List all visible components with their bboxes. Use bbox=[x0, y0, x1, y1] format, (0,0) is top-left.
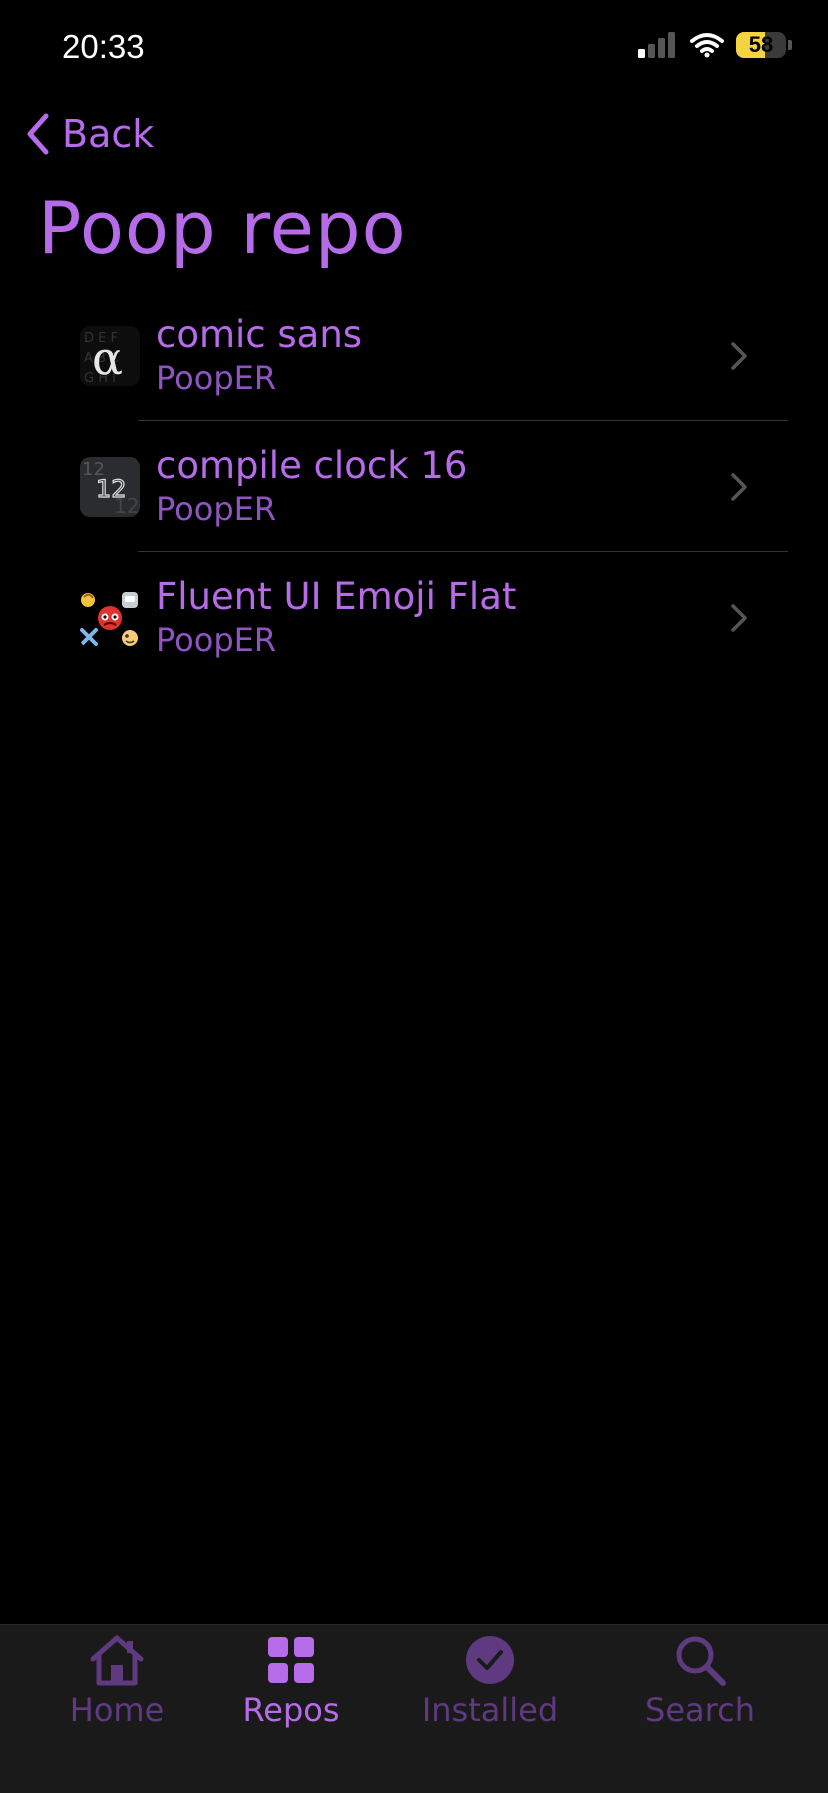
search-icon bbox=[676, 1636, 726, 1686]
battery-percent: 58 bbox=[748, 32, 774, 57]
package-title: Fluent UI Emoji Flat bbox=[156, 574, 517, 618]
package-row-compile-clock[interactable]: 12 12 12 compile clock 16 PoopER bbox=[0, 421, 828, 552]
package-row-comic-sans[interactable]: D E F A B C G H I α comic sans PoopER bbox=[0, 290, 828, 421]
tab-label: Repos bbox=[242, 1691, 340, 1729]
package-row-fluent-emoji[interactable]: Fluent UI Emoji Flat PoopER bbox=[0, 552, 828, 683]
battery-indicator: 58 bbox=[736, 32, 786, 58]
package-title: comic sans bbox=[156, 312, 363, 356]
chevron-left-icon bbox=[27, 113, 49, 155]
tab-bar: Home Repos Installed Search bbox=[0, 1624, 828, 1793]
clock-digits-icon: 12 12 12 bbox=[80, 456, 140, 517]
tab-installed[interactable]: Installed bbox=[420, 1633, 560, 1729]
package-title: compile clock 16 bbox=[156, 443, 468, 487]
grid-icon bbox=[268, 1637, 314, 1683]
status-bar: 20:33 58 bbox=[0, 0, 828, 100]
tab-home[interactable]: Home bbox=[69, 1633, 165, 1729]
page-title: Poop repo bbox=[38, 186, 407, 270]
chevron-right-icon bbox=[731, 341, 747, 370]
tab-label: Installed bbox=[421, 1691, 559, 1729]
battery-tip bbox=[788, 40, 792, 50]
package-text: compile clock 16 PoopER bbox=[156, 444, 467, 530]
wifi-icon bbox=[690, 33, 724, 58]
status-time: 20:33 bbox=[62, 28, 145, 65]
package-author: PoopER bbox=[156, 620, 277, 659]
svg-text:12: 12 bbox=[96, 475, 127, 503]
back-label: Back bbox=[62, 112, 155, 156]
emoji-collage-icon bbox=[80, 587, 140, 648]
package-text: comic sans PoopER bbox=[156, 313, 362, 399]
package-author: PoopER bbox=[156, 358, 277, 397]
tab-search[interactable]: Search bbox=[644, 1633, 756, 1729]
tab-repos[interactable]: Repos bbox=[242, 1633, 340, 1729]
check-circle-icon bbox=[466, 1636, 514, 1684]
font-alpha-icon: D E F A B C G H I α bbox=[80, 325, 140, 386]
package-text: Fluent UI Emoji Flat PoopER bbox=[156, 575, 516, 661]
package-author: PoopER bbox=[156, 489, 277, 528]
signal-icon bbox=[638, 32, 675, 58]
package-list: D E F A B C G H I α comic sans PoopER 12… bbox=[0, 290, 828, 683]
back-button[interactable]: Back bbox=[24, 112, 154, 156]
tab-label: Search bbox=[645, 1691, 755, 1729]
chevron-right-icon bbox=[731, 603, 747, 632]
status-indicators: 58 bbox=[638, 32, 792, 58]
chevron-right-icon bbox=[731, 472, 747, 501]
tab-label: Home bbox=[69, 1691, 165, 1729]
svg-text:α: α bbox=[92, 331, 123, 385]
home-icon bbox=[90, 1635, 144, 1686]
